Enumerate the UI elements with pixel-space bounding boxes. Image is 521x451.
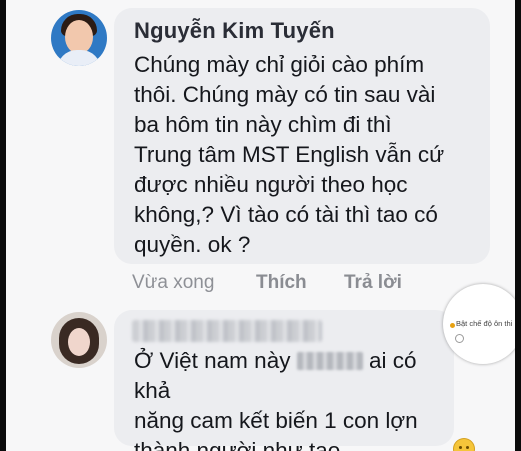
comment-line: Chúng mày chỉ giỏi cào phím — [134, 52, 425, 77]
comment-line: thành người như tao .. — [134, 438, 360, 451]
comment-timestamp[interactable]: Vừa xong — [132, 272, 214, 294]
comment-line: không,? Vì tào có tài thì tao có — [134, 202, 438, 227]
avatar-face — [68, 328, 90, 356]
comment-line: được nhiều người theo học — [134, 172, 408, 197]
comment-line: thôi. Chúng mày có tin sau vài — [134, 82, 436, 107]
avatar-face — [65, 20, 93, 54]
exam-mode-toggle[interactable]: Bật chế độ ôn thi — [443, 284, 515, 364]
redacted-word — [296, 352, 363, 370]
avatar-shirt — [57, 50, 101, 66]
avatar[interactable] — [51, 312, 107, 368]
redacted-author-name — [132, 320, 322, 342]
like-button[interactable]: Thích — [256, 272, 307, 294]
comment-bubble: Ở Việt nam này ai có khả năng cam kết bi… — [114, 310, 454, 451]
emoji-reaction-icon[interactable] — [454, 439, 474, 451]
comment-text-segment: Ở Việt nam này — [134, 348, 291, 373]
comment-bubble: Nguyễn Kim Tuyến Chúng mày chỉ giỏi cào … — [114, 8, 490, 264]
comment-line: quyền. ok ? — [134, 232, 251, 257]
comment-author[interactable]: Nguyễn Kim Tuyến — [134, 18, 335, 44]
avatar[interactable] — [51, 10, 107, 66]
facebook-comments-screen: Nguyễn Kim Tuyến Chúng mày chỉ giỏi cào … — [6, 0, 515, 451]
comment-line: Ở Việt nam này ai có khả — [134, 346, 454, 406]
comment-line: Trung tâm MST English vẫn cứ — [134, 142, 445, 167]
comment-line: năng cam kết biến 1 con lợn — [134, 408, 418, 433]
comment-text: Chúng mày chỉ giỏi cào phím thôi. Chúng … — [134, 50, 484, 260]
toggle-status-icon — [450, 323, 455, 328]
comment-text: Ở Việt nam này ai có khả năng cam kết bi… — [134, 346, 454, 451]
reply-button[interactable]: Trả lời — [344, 272, 402, 294]
exam-mode-label: Bật chế độ ôn thi — [456, 319, 513, 328]
toggle-ring-icon — [455, 334, 464, 343]
comment-line: ba hôm tin này chìm đi thì — [134, 112, 392, 137]
